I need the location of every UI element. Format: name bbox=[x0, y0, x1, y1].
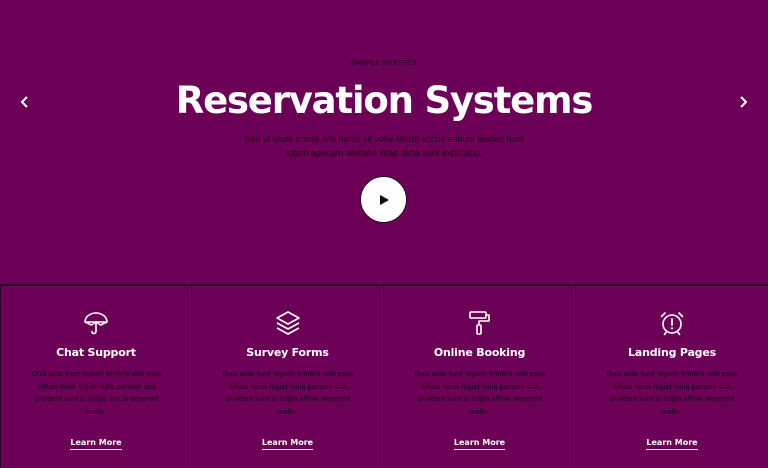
hero-description-line: totam aperiam veritatis vitae dicta sunt… bbox=[285, 148, 483, 158]
feature-text: Duis aute irure repreh enderit velit ess… bbox=[222, 369, 354, 416]
feature-title: Survey Forms bbox=[246, 346, 329, 359]
play-icon bbox=[379, 194, 389, 205]
learn-more-link[interactable]: Learn More bbox=[261, 438, 314, 450]
hero-title: Reservation Systems bbox=[175, 79, 594, 122]
hero-slider: SAMPLE SUBTITLE Reservation Systems Sed … bbox=[0, 0, 768, 284]
play-video-button[interactable] bbox=[360, 176, 407, 223]
feature-text: Duis aute irure repreh enderit velit ess… bbox=[414, 369, 546, 416]
hero-description-line: Sed ut unde omnis iste natus sit volur t… bbox=[244, 134, 524, 144]
learn-more-link[interactable]: Learn More bbox=[70, 438, 122, 450]
learn-more-link[interactable]: Learn More bbox=[453, 438, 506, 450]
feature-card-online-booking: Online Booking Duis aute irure repreh en… bbox=[384, 286, 576, 468]
feature-title: Chat Support bbox=[56, 346, 136, 359]
feature-text: Duis aute irure repreh enderit velit ess… bbox=[31, 369, 163, 416]
paint-roller-icon bbox=[384, 310, 575, 336]
features-grid: Chat Support Duis aute irure repreh ende… bbox=[0, 286, 768, 468]
feature-card-chat-support: Chat Support Duis aute irure repreh ende… bbox=[0, 286, 192, 468]
feature-title: Landing Pages bbox=[628, 346, 716, 359]
learn-more-link-wrap: Learn More bbox=[384, 430, 575, 450]
feature-card-landing-pages: Landing Pages Duis aute irure repreh end… bbox=[576, 286, 768, 468]
hero-description: Sed ut unde omnis iste natus sit volur t… bbox=[234, 132, 534, 160]
learn-more-link-wrap: Learn More bbox=[1, 430, 191, 450]
layers-icon bbox=[192, 310, 383, 336]
alarm-clock-icon bbox=[576, 310, 768, 336]
learn-more-link-wrap: Learn More bbox=[192, 430, 383, 450]
feature-title: Online Booking bbox=[433, 346, 526, 359]
hero-subtitle: SAMPLE SUBTITLE bbox=[350, 60, 418, 67]
learn-more-link-wrap: Learn More bbox=[576, 430, 768, 450]
feature-text: Duis aute irure repreh enderit velit ess… bbox=[606, 369, 738, 416]
learn-more-link[interactable]: Learn More bbox=[646, 438, 698, 450]
umbrella-icon bbox=[1, 310, 191, 336]
feature-card-survey-forms: Survey Forms Duis aute irure repreh ende… bbox=[192, 286, 384, 468]
